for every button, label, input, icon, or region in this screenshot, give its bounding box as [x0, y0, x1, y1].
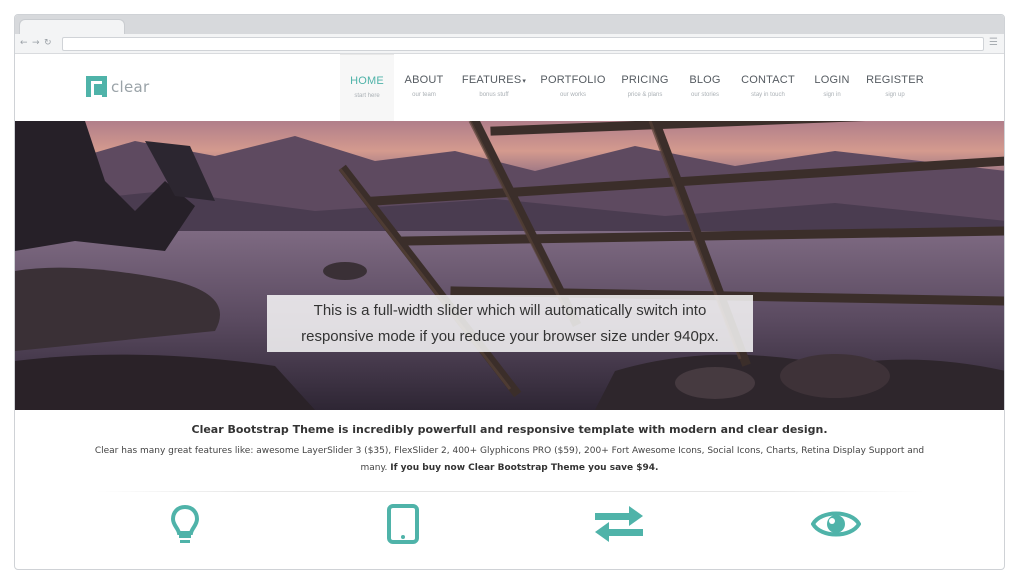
reload-icon[interactable]: ↻: [44, 37, 52, 49]
intro-title: Clear Bootstrap Theme is incredibly powe…: [191, 423, 828, 436]
eye-icon: [811, 511, 861, 537]
nav-item-contact[interactable]: CONTACT stay in touch: [732, 54, 804, 121]
browser-window: ← → ↻ ☰ clear HOME start here ABOUT our …: [14, 14, 1005, 570]
nav-sublabel: start here: [354, 93, 380, 99]
nav-item-blog[interactable]: BLOG our stories: [678, 54, 732, 121]
hero-slider[interactable]: This is a full-width slider which will a…: [15, 121, 1004, 410]
nav-label: CONTACT: [741, 74, 795, 86]
caption-line-1: This is a full-width slider which will a…: [313, 301, 707, 319]
nav-label-features: FEATURES▾: [462, 74, 526, 86]
nav-label: ABOUT: [404, 74, 444, 86]
nav-sublabel: sign in: [823, 92, 841, 98]
nav-sublabel: price & plans: [627, 92, 663, 98]
slider-image: [15, 121, 1004, 410]
nav-sublabel: sign up: [885, 92, 905, 98]
browser-toolbar: ← → ↻ ☰: [15, 34, 1004, 54]
browser-tab[interactable]: [19, 19, 125, 34]
nav-sublabel: our stories: [690, 92, 719, 98]
nav-label: REGISTER: [866, 74, 924, 86]
intro-section: Clear Bootstrap Theme is incredibly powe…: [15, 410, 1004, 492]
nav-label: FEATURES: [461, 74, 522, 86]
nav-sublabel: bonus stuff: [479, 92, 509, 98]
lightbulb-icon: [170, 504, 200, 543]
site-header: clear HOME start here ABOUT our team FEA…: [15, 54, 1004, 121]
nav-label: LOGIN: [814, 74, 850, 86]
nav-label: BLOG: [689, 74, 721, 86]
features-row: [15, 492, 1004, 552]
caption-line-2: responsive mode if you reduce your brows…: [301, 327, 719, 345]
nav-label: HOME: [350, 75, 384, 87]
exchange-icon: [595, 506, 643, 542]
nav-sublabel: our works: [559, 92, 586, 98]
nav-label: PORTFOLIO: [540, 74, 606, 86]
nav-sublabel: our team: [412, 92, 436, 98]
logo-mark-icon: [86, 76, 107, 98]
nav-item-home[interactable]: HOME start here: [340, 54, 394, 121]
intro-text: Clear has many great features like: awes…: [85, 443, 935, 477]
nav-sublabel: stay in touch: [751, 92, 785, 98]
nav-item-about[interactable]: ABOUT our team: [394, 54, 454, 121]
browser-tab-bar: [15, 15, 1004, 34]
nav-item-portfolio[interactable]: PORTFOLIO our works: [534, 54, 612, 121]
address-bar[interactable]: [62, 37, 984, 51]
main-nav: HOME start here ABOUT our team FEATURES▾…: [340, 54, 930, 121]
logo[interactable]: clear: [86, 76, 150, 98]
back-icon[interactable]: ←: [20, 37, 28, 49]
nav-item-features[interactable]: FEATURES▾ bonus stuff: [454, 54, 534, 121]
browser-menu-icon[interactable]: ☰: [989, 37, 998, 49]
caret-down-icon: ▾: [522, 78, 527, 85]
nav-item-pricing[interactable]: PRICING price & plans: [612, 54, 678, 121]
forward-icon[interactable]: →: [32, 37, 40, 49]
slider-caption: This is a full-width slider which will a…: [267, 295, 753, 352]
intro-highlight: If you buy now Clear Bootstrap Theme you…: [390, 463, 659, 473]
nav-item-login[interactable]: LOGIN sign in: [804, 54, 860, 121]
nav-label: PRICING: [621, 74, 669, 86]
logo-text: clear: [111, 77, 150, 96]
nav-item-register[interactable]: REGISTER sign up: [860, 54, 930, 121]
tablet-icon: [387, 504, 419, 544]
